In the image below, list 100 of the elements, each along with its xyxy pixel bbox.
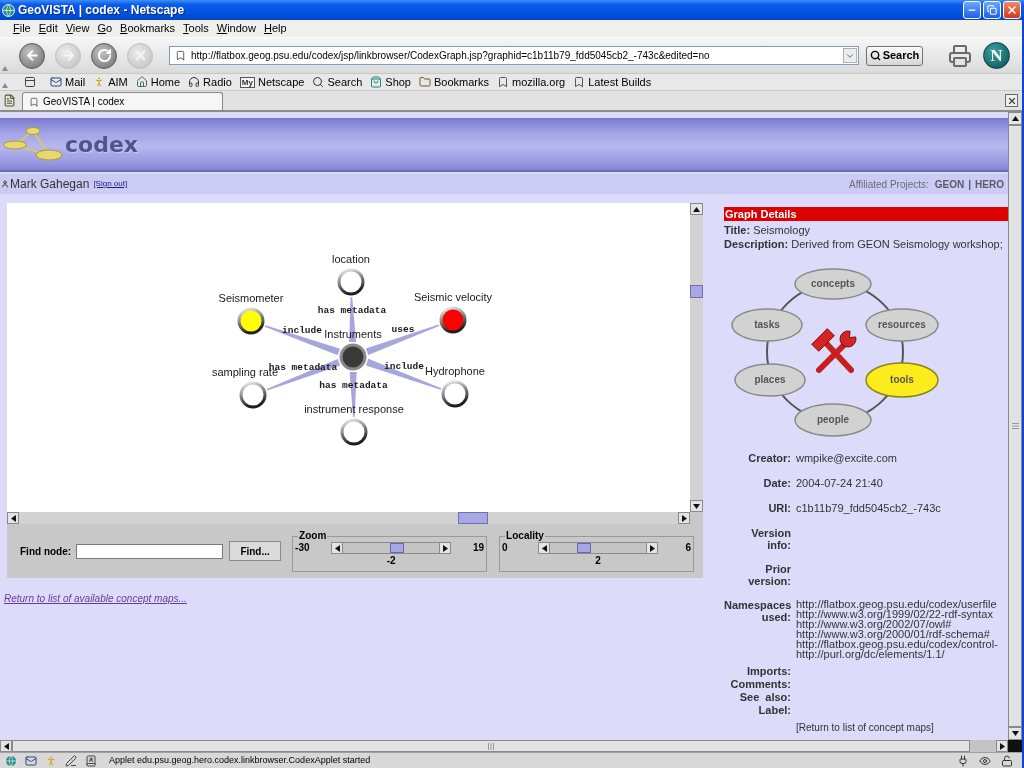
bookmark-link[interactable]: AIM bbox=[93, 75, 128, 89]
facet-button[interactable]: tasks bbox=[731, 308, 803, 342]
menu-item[interactable]: Edit bbox=[34, 22, 62, 35]
scroll-down-button[interactable] bbox=[690, 500, 703, 512]
window-button[interactable] bbox=[24, 76, 36, 88]
triangle-up-icon bbox=[693, 206, 700, 212]
graph-node[interactable] bbox=[239, 381, 267, 409]
graph-node[interactable] bbox=[441, 380, 469, 408]
menu-item[interactable]: File bbox=[9, 22, 35, 35]
restore-button[interactable] bbox=[983, 1, 1001, 19]
graph-node[interactable] bbox=[439, 306, 467, 334]
namespace-url: http://flatbox.geog.psu.edu/codex/control- bbox=[796, 639, 999, 649]
scroll-up-button[interactable] bbox=[690, 203, 703, 215]
scroll-up-button[interactable] bbox=[1008, 112, 1022, 125]
menu-item[interactable]: View bbox=[61, 22, 94, 35]
reload-button[interactable] bbox=[91, 42, 117, 69]
graph-node[interactable] bbox=[237, 307, 265, 335]
menu-item[interactable]: Bookmarks bbox=[116, 22, 180, 35]
bookmark-link[interactable]: Home bbox=[135, 75, 181, 89]
field-label: Comments: bbox=[729, 678, 791, 691]
scrollbar-corner bbox=[1008, 740, 1022, 752]
field-value: 2004-07-24 21:40 bbox=[796, 476, 884, 491]
grip-icon bbox=[1011, 423, 1019, 429]
toolbar-grip-icon[interactable] bbox=[2, 66, 8, 71]
return-link[interactable]: Return to list of available concept maps... bbox=[4, 591, 187, 606]
mail-icon[interactable] bbox=[25, 754, 37, 767]
sign-out-link[interactable]: [Sign out] bbox=[93, 178, 128, 190]
bookmark-link[interactable]: Bookmarks bbox=[419, 75, 490, 89]
scrollbar-thumb[interactable] bbox=[1008, 125, 1022, 727]
logo-badge[interactable]: N bbox=[983, 42, 1010, 69]
slider-right-button[interactable] bbox=[646, 542, 659, 554]
restore-icon bbox=[987, 5, 997, 15]
slider-left-button[interactable] bbox=[331, 542, 344, 554]
triangle-right-icon bbox=[999, 742, 1005, 750]
minimize-button[interactable] bbox=[963, 1, 981, 19]
slider-thumb[interactable] bbox=[577, 543, 592, 553]
triangle-right-icon bbox=[681, 514, 687, 522]
bookmark-link[interactable]: My Netscape bbox=[239, 75, 305, 89]
facet-button[interactable]: resources bbox=[865, 308, 939, 342]
graph-node[interactable] bbox=[339, 343, 367, 371]
close-button[interactable] bbox=[1003, 1, 1021, 19]
facet-button[interactable]: tools bbox=[865, 362, 939, 398]
menu-item[interactable]: Tools bbox=[179, 22, 213, 35]
back-button[interactable] bbox=[19, 42, 45, 69]
menu-item[interactable]: Window bbox=[212, 22, 260, 35]
field-label: Prior version: bbox=[747, 562, 791, 589]
group-title: Locality bbox=[505, 530, 545, 542]
scrollbar-thumb[interactable] bbox=[458, 512, 488, 524]
triangle-down-icon bbox=[693, 503, 700, 509]
search-icon bbox=[312, 76, 325, 88]
scroll-right-button[interactable] bbox=[996, 740, 1008, 752]
project-link[interactable]: GEON bbox=[934, 176, 965, 192]
pen-icon[interactable] bbox=[65, 754, 77, 767]
project-link[interactable]: HERO bbox=[975, 176, 1004, 192]
section-heading: Graph Details bbox=[724, 207, 1008, 221]
return-link[interactable]: [Return to list of concept maps] bbox=[796, 722, 1008, 734]
bookmark-link[interactable]: Mail bbox=[50, 75, 86, 89]
plug-icon bbox=[957, 754, 969, 767]
field-value: wmpike@excite.com bbox=[796, 451, 899, 466]
headphones-icon bbox=[188, 76, 201, 88]
slider-thumb[interactable] bbox=[389, 543, 404, 553]
bookmark-link[interactable]: Radio bbox=[188, 75, 232, 89]
scrollbar-thumb[interactable] bbox=[690, 285, 703, 298]
find-button[interactable]: Find... bbox=[229, 541, 282, 561]
tab[interactable]: GeoVISTA | codex bbox=[22, 92, 223, 110]
toolbar-grip-icon[interactable] bbox=[2, 83, 8, 88]
graph-node[interactable] bbox=[337, 268, 365, 296]
scroll-right-button[interactable] bbox=[678, 512, 690, 524]
find-node-field[interactable] bbox=[76, 543, 224, 559]
new-tab-button[interactable] bbox=[3, 94, 16, 107]
slider-left-button[interactable] bbox=[538, 542, 551, 554]
edge-label: include bbox=[282, 324, 322, 336]
arrow-left-icon bbox=[24, 48, 40, 63]
scroll-down-button[interactable] bbox=[1008, 727, 1022, 740]
facet-button[interactable]: places bbox=[734, 363, 806, 397]
address-book-icon[interactable] bbox=[85, 754, 97, 767]
menu-item[interactable]: Go bbox=[93, 22, 117, 35]
triangle-right-icon bbox=[442, 544, 448, 552]
graph-node[interactable] bbox=[340, 418, 368, 446]
close-icon bbox=[1006, 4, 1018, 16]
node-label: Seismic velocity bbox=[413, 291, 493, 303]
facet-button[interactable]: people bbox=[794, 403, 872, 437]
my-badge: My bbox=[239, 76, 255, 88]
slider-right-button[interactable] bbox=[439, 542, 452, 554]
bookmark-link[interactable]: mozilla.org bbox=[497, 75, 566, 89]
scroll-left-button[interactable] bbox=[7, 512, 19, 524]
namespace-url: http://www.w3.org/1999/02/22-rdf-syntax bbox=[796, 609, 993, 619]
mail-icon bbox=[50, 76, 62, 88]
eye-icon[interactable] bbox=[979, 754, 991, 767]
slider-min: 0 bbox=[502, 542, 509, 554]
bookmark-link[interactable]: Search bbox=[312, 75, 363, 89]
bookmark-link[interactable]: Latest Builds bbox=[573, 75, 652, 89]
facet-button[interactable]: concepts bbox=[794, 268, 872, 300]
url-field[interactable]: http://flatbox.geog.psu.edu/codex/jsp/linkbrowser/CodexGraph.jsp?graphid=c1b11b79_fdd5045cb2_-743c&edited=no bbox=[169, 46, 859, 65]
menu-item[interactable]: Help bbox=[259, 22, 291, 35]
bookmark-link[interactable]: Shop bbox=[370, 75, 411, 89]
search-button[interactable]: Search bbox=[866, 45, 923, 66]
node-label: Hydrophone bbox=[425, 365, 485, 377]
scroll-left-button[interactable] bbox=[0, 740, 12, 752]
close-tab-button[interactable] bbox=[1005, 94, 1018, 107]
